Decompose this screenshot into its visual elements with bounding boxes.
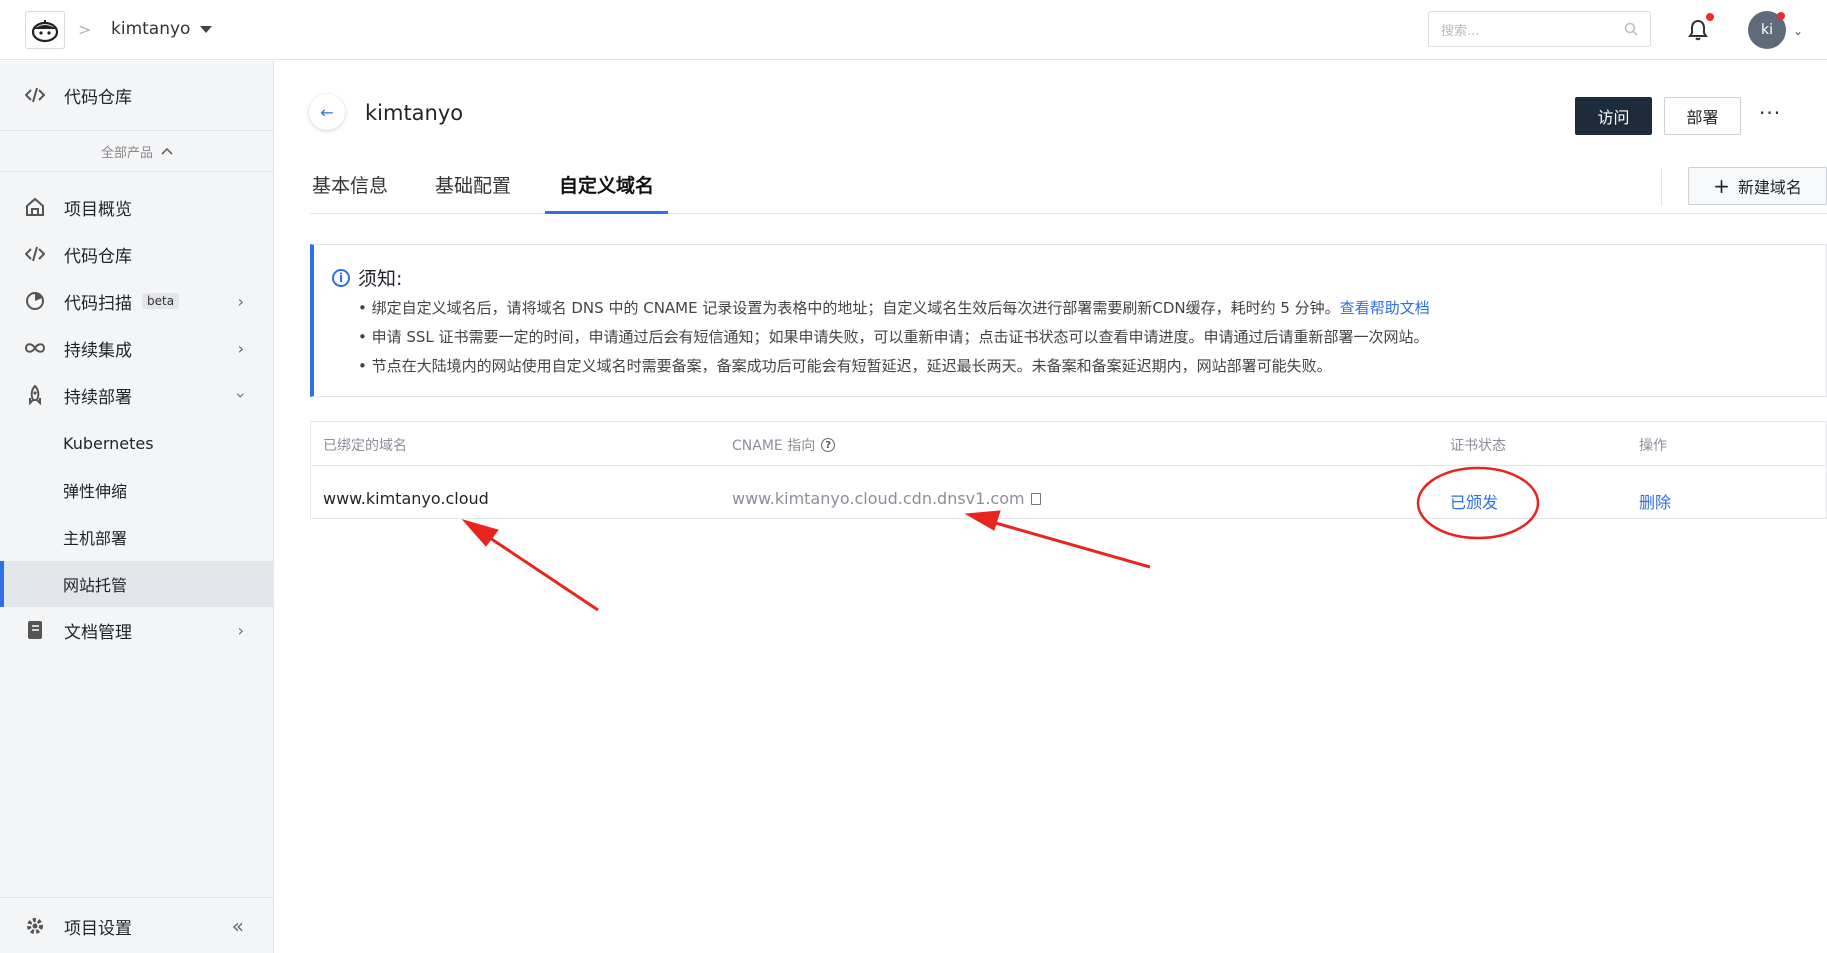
sidebar-item-label: 代码仓库 <box>64 246 132 267</box>
sidebar-item-label: 文档管理 <box>64 622 132 643</box>
sidebar-item-overview[interactable]: 项目概览 <box>0 185 274 229</box>
sidebar-item-repo[interactable]: 代码仓库 <box>0 232 274 276</box>
cname-text: www.kimtanyo.cloud.cdn.dnsv1.com <box>732 489 1025 508</box>
home-icon <box>24 196 46 218</box>
avatar-initials: ki <box>1761 22 1773 38</box>
notice-line-1: • 绑定自定义域名后，请将域名 DNS 中的 CNAME 记录设置为表格中的地址… <box>358 297 1430 318</box>
caret-down-icon <box>200 25 213 33</box>
notice-line-text: • 绑定自定义域名后，请将域名 DNS 中的 CNAME 记录设置为表格中的地址… <box>358 299 1340 317</box>
chevron-right-icon: › <box>237 338 244 358</box>
back-arrow-icon[interactable]: ← <box>309 94 345 130</box>
project-name: kimtanyo <box>111 19 191 39</box>
notice-line-2: • 申请 SSL 证书需要一定的时间，申请通过后会有短信通知；如果申请失败，可以… <box>358 328 1429 346</box>
sidebar-item-label: 代码仓库 <box>64 87 132 108</box>
deploy-button[interactable]: 部署 <box>1664 97 1741 135</box>
info-icon: i <box>332 268 350 287</box>
tab-basic-info[interactable]: 基本信息 <box>310 169 390 214</box>
sidebar-subitem-label: 弹性伸缩 <box>63 482 128 501</box>
sidebar-item-label: 项目概览 <box>64 199 132 220</box>
tab-bar: 基本信息 基础配置 自定义域名 + 新建域名 <box>310 167 1827 214</box>
sidebar-subitem-website-hosting[interactable]: 网站托管 <box>0 561 274 607</box>
search-placeholder: 搜索... <box>1441 23 1480 39</box>
top-bar: > kimtanyo 搜索... ki ⌄ <box>0 0 1827 60</box>
sidebar-footer: 项目设置 « <box>0 897 274 953</box>
all-products-toggle[interactable]: 全部产品 <box>0 130 274 172</box>
tab-custom-domain[interactable]: 自定义域名 <box>545 169 668 214</box>
sidebar-item-label: 持续部署 <box>64 387 132 408</box>
notice-title: i 须知: <box>332 264 402 291</box>
column-header-cname: CNAME 指向 ? <box>732 435 836 455</box>
page-title: kimtanyo <box>365 101 464 125</box>
chevron-right-icon: > <box>78 20 92 39</box>
help-icon[interactable]: ? <box>821 438 836 452</box>
notification-dot <box>1706 13 1714 21</box>
sidebar-item-label: 代码扫描 <box>64 293 132 314</box>
notice-box: i 须知: • 绑定自定义域名后，请将域名 DNS 中的 CNAME 记录设置为… <box>310 244 1827 397</box>
sidebar-subitem-label: 网站托管 <box>63 576 128 595</box>
project-switcher[interactable]: kimtanyo <box>111 19 213 39</box>
column-header-domain: 已绑定的域名 <box>323 438 407 454</box>
sidebar-subitem-label: 主机部署 <box>63 529 128 548</box>
app-logo-icon[interactable] <box>25 11 65 49</box>
sidebar-item-scan[interactable]: 代码扫描 beta › <box>0 279 274 323</box>
cert-status-link[interactable]: 已颁发 <box>1450 489 1498 513</box>
main-content: ← kimtanyo 访问 部署 ··· 基本信息 基础配置 自定义域名 + 新… <box>275 61 1827 953</box>
sidebar-item-settings[interactable]: 项目设置 « <box>0 904 274 948</box>
delete-link[interactable]: 删除 <box>1639 489 1671 513</box>
sidebar-item-cd[interactable]: 持续部署 › <box>0 373 274 417</box>
more-options-icon[interactable]: ··· <box>1759 101 1781 125</box>
tab-basic-config[interactable]: 基础配置 <box>428 169 518 214</box>
divider <box>1661 169 1662 206</box>
avatar-dot <box>1777 12 1785 20</box>
sidebar-subitem-autoscaling[interactable]: 弹性伸缩 <box>0 467 274 513</box>
column-header-cert: 证书状态 <box>1450 438 1506 454</box>
plus-icon: + <box>1713 174 1730 198</box>
new-domain-button[interactable]: + 新建域名 <box>1688 167 1827 205</box>
sidebar-item-ci[interactable]: 持续集成 › <box>0 326 274 370</box>
sidebar-item-docs[interactable]: 文档管理 › <box>0 608 274 652</box>
domain-table: 已绑定的域名 CNAME 指向 ? 证书状态 操作 www.kimtanyo.c… <box>310 421 1827 519</box>
all-products-label: 全部产品 <box>100 145 153 161</box>
code-icon <box>24 84 46 106</box>
chevron-right-icon: › <box>237 620 244 640</box>
code-icon <box>24 243 46 265</box>
new-domain-label: 新建域名 <box>1737 178 1802 197</box>
chevron-right-icon: › <box>237 291 244 311</box>
chevron-down-icon[interactable]: ⌄ <box>1793 24 1803 38</box>
search-icon <box>1624 22 1638 36</box>
sidebar-subitem-host-deploy[interactable]: 主机部署 <box>0 514 274 560</box>
chevron-down-icon: › <box>231 391 251 399</box>
notice-title-text: 须知: <box>358 268 403 290</box>
scan-icon <box>24 290 46 312</box>
copy-icon[interactable] <box>1030 493 1041 505</box>
infinity-icon <box>24 337 46 359</box>
sidebar: 代码仓库 全部产品 项目概览 代码仓库 代码扫描 beta › 持续集成 › 持… <box>0 61 274 953</box>
cname-value: www.kimtanyo.cloud.cdn.dnsv1.com <box>732 489 1041 508</box>
sidebar-item-label: 项目设置 <box>64 918 132 939</box>
column-header-action: 操作 <box>1639 438 1667 454</box>
search-input[interactable]: 搜索... <box>1428 11 1651 47</box>
sidebar-item-repo-top[interactable]: 代码仓库 <box>0 73 274 117</box>
table-header: 已绑定的域名 CNAME 指向 ? 证书状态 操作 <box>311 422 1826 466</box>
document-icon <box>24 619 46 641</box>
bell-icon[interactable] <box>1686 18 1710 42</box>
chevron-up-icon <box>161 147 173 155</box>
collapse-sidebar-icon[interactable]: « <box>232 914 244 938</box>
sidebar-item-label: 持续集成 <box>64 340 132 361</box>
sidebar-subitem-label: Kubernetes <box>63 433 154 453</box>
beta-badge: beta <box>142 293 180 309</box>
rocket-icon <box>24 384 46 406</box>
sidebar-subitem-kubernetes[interactable]: Kubernetes <box>0 420 274 466</box>
notice-line-3: • 节点在大陆境内的网站使用自定义域名时需要备案，备案成功后可能会有短暂延迟，延… <box>358 357 1332 375</box>
visit-button[interactable]: 访问 <box>1575 97 1652 135</box>
gear-icon <box>24 915 46 937</box>
bound-domain: www.kimtanyo.cloud <box>323 489 489 508</box>
column-header-label: CNAME 指向 <box>732 438 816 454</box>
help-doc-link[interactable]: 查看帮助文档 <box>1340 299 1430 317</box>
